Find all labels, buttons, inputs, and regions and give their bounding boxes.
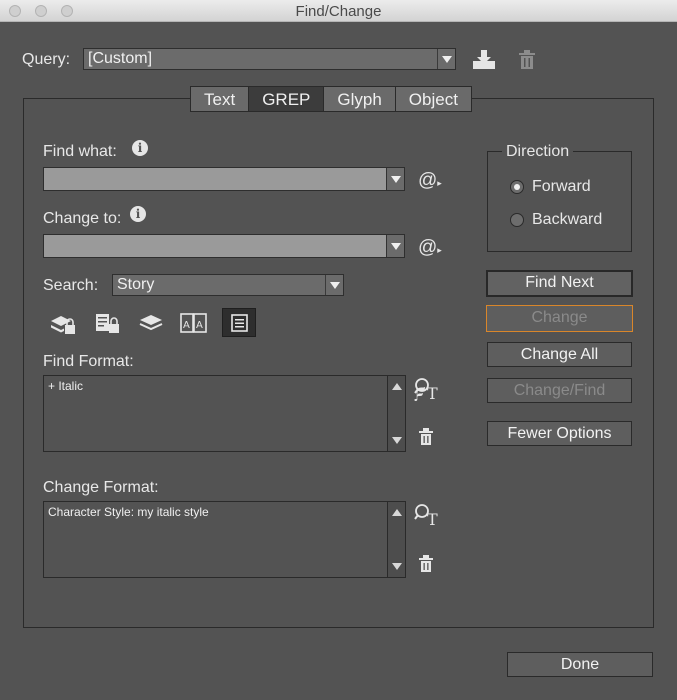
change-button[interactable]: Change	[486, 305, 633, 332]
search-label: Search:	[43, 277, 99, 294]
trash-icon	[519, 50, 535, 69]
direction-legend: Direction	[502, 143, 574, 161]
include-master-pages-icon[interactable]: A A	[180, 312, 208, 334]
svg-text:T: T	[427, 510, 438, 527]
backward-radio[interactable]	[510, 213, 524, 227]
forward-radio[interactable]	[510, 180, 524, 194]
scrollbar[interactable]	[387, 502, 405, 577]
svg-text:T: T	[427, 384, 438, 401]
tab-text[interactable]: Text	[191, 87, 250, 111]
chevron-down-icon[interactable]	[386, 235, 404, 257]
search-value: Story	[117, 276, 155, 293]
query-label: Query:	[22, 51, 71, 68]
at-sign-icon[interactable]: @▸	[418, 237, 442, 259]
include-hidden-layers-icon[interactable]	[138, 312, 164, 334]
search-dropdown[interactable]: Story	[112, 274, 344, 296]
find-format-box[interactable]: + Italic	[43, 375, 406, 452]
include-locked-layers-icon[interactable]	[50, 313, 76, 335]
scroll-down-icon[interactable]	[392, 563, 402, 570]
change-to-field[interactable]	[43, 234, 405, 258]
find-format-value: + Italic	[48, 379, 84, 393]
tab-glyph[interactable]: Glyph	[324, 87, 396, 111]
change-format-box[interactable]: Character Style: my italic style	[43, 501, 406, 578]
chevron-down-icon	[325, 275, 343, 295]
at-sign-icon[interactable]: @▸	[418, 170, 442, 192]
include-footnotes-toggle[interactable]	[222, 308, 256, 337]
find-what-label: Find what:	[43, 143, 117, 160]
forward-label[interactable]: Forward	[532, 178, 591, 196]
find-format-label: Find Format:	[43, 353, 134, 370]
scroll-up-icon[interactable]	[392, 383, 402, 390]
query-dropdown[interactable]: [Custom]	[83, 48, 456, 70]
info-icon: i	[132, 140, 148, 156]
change-to-label: Change to:	[43, 210, 122, 227]
change-format-label: Change Format:	[43, 479, 159, 496]
trash-icon[interactable]	[418, 555, 434, 572]
change-all-button[interactable]: Change All	[487, 342, 632, 367]
fewer-options-button[interactable]: Fewer Options	[487, 421, 632, 446]
specify-change-format-icon[interactable]: T	[414, 503, 442, 527]
specify-find-format-icon[interactable]: T	[414, 377, 442, 401]
tab-object[interactable]: Object	[396, 87, 471, 111]
tab-grep[interactable]: GREP	[249, 87, 325, 111]
info-icon: i	[130, 206, 146, 222]
window-title: Find/Change	[295, 3, 382, 20]
find-what-field[interactable]	[43, 167, 405, 191]
direction-group	[487, 151, 632, 252]
trash-icon[interactable]	[418, 428, 434, 445]
change-find-button[interactable]: Change/Find	[487, 378, 632, 403]
scroll-down-icon[interactable]	[392, 437, 402, 444]
done-button[interactable]: Done	[507, 652, 653, 677]
save-query-icon[interactable]	[472, 48, 496, 70]
find-next-button[interactable]: Find Next	[486, 270, 633, 297]
backward-label[interactable]: Backward	[532, 211, 602, 229]
svg-text:A: A	[183, 320, 190, 331]
scroll-up-icon[interactable]	[392, 509, 402, 516]
chevron-down-icon[interactable]	[386, 168, 404, 190]
tab-bar: Text GREP Glyph Object	[190, 86, 472, 112]
chevron-down-icon	[437, 49, 455, 69]
svg-text:A: A	[196, 320, 203, 331]
footnote-icon	[231, 314, 248, 332]
query-value: [Custom]	[88, 50, 153, 67]
include-locked-stories-icon[interactable]	[95, 312, 121, 334]
title-bar: Find/Change	[0, 0, 677, 22]
change-format-value: Character Style: my italic style	[48, 505, 209, 519]
scrollbar[interactable]	[387, 376, 405, 451]
